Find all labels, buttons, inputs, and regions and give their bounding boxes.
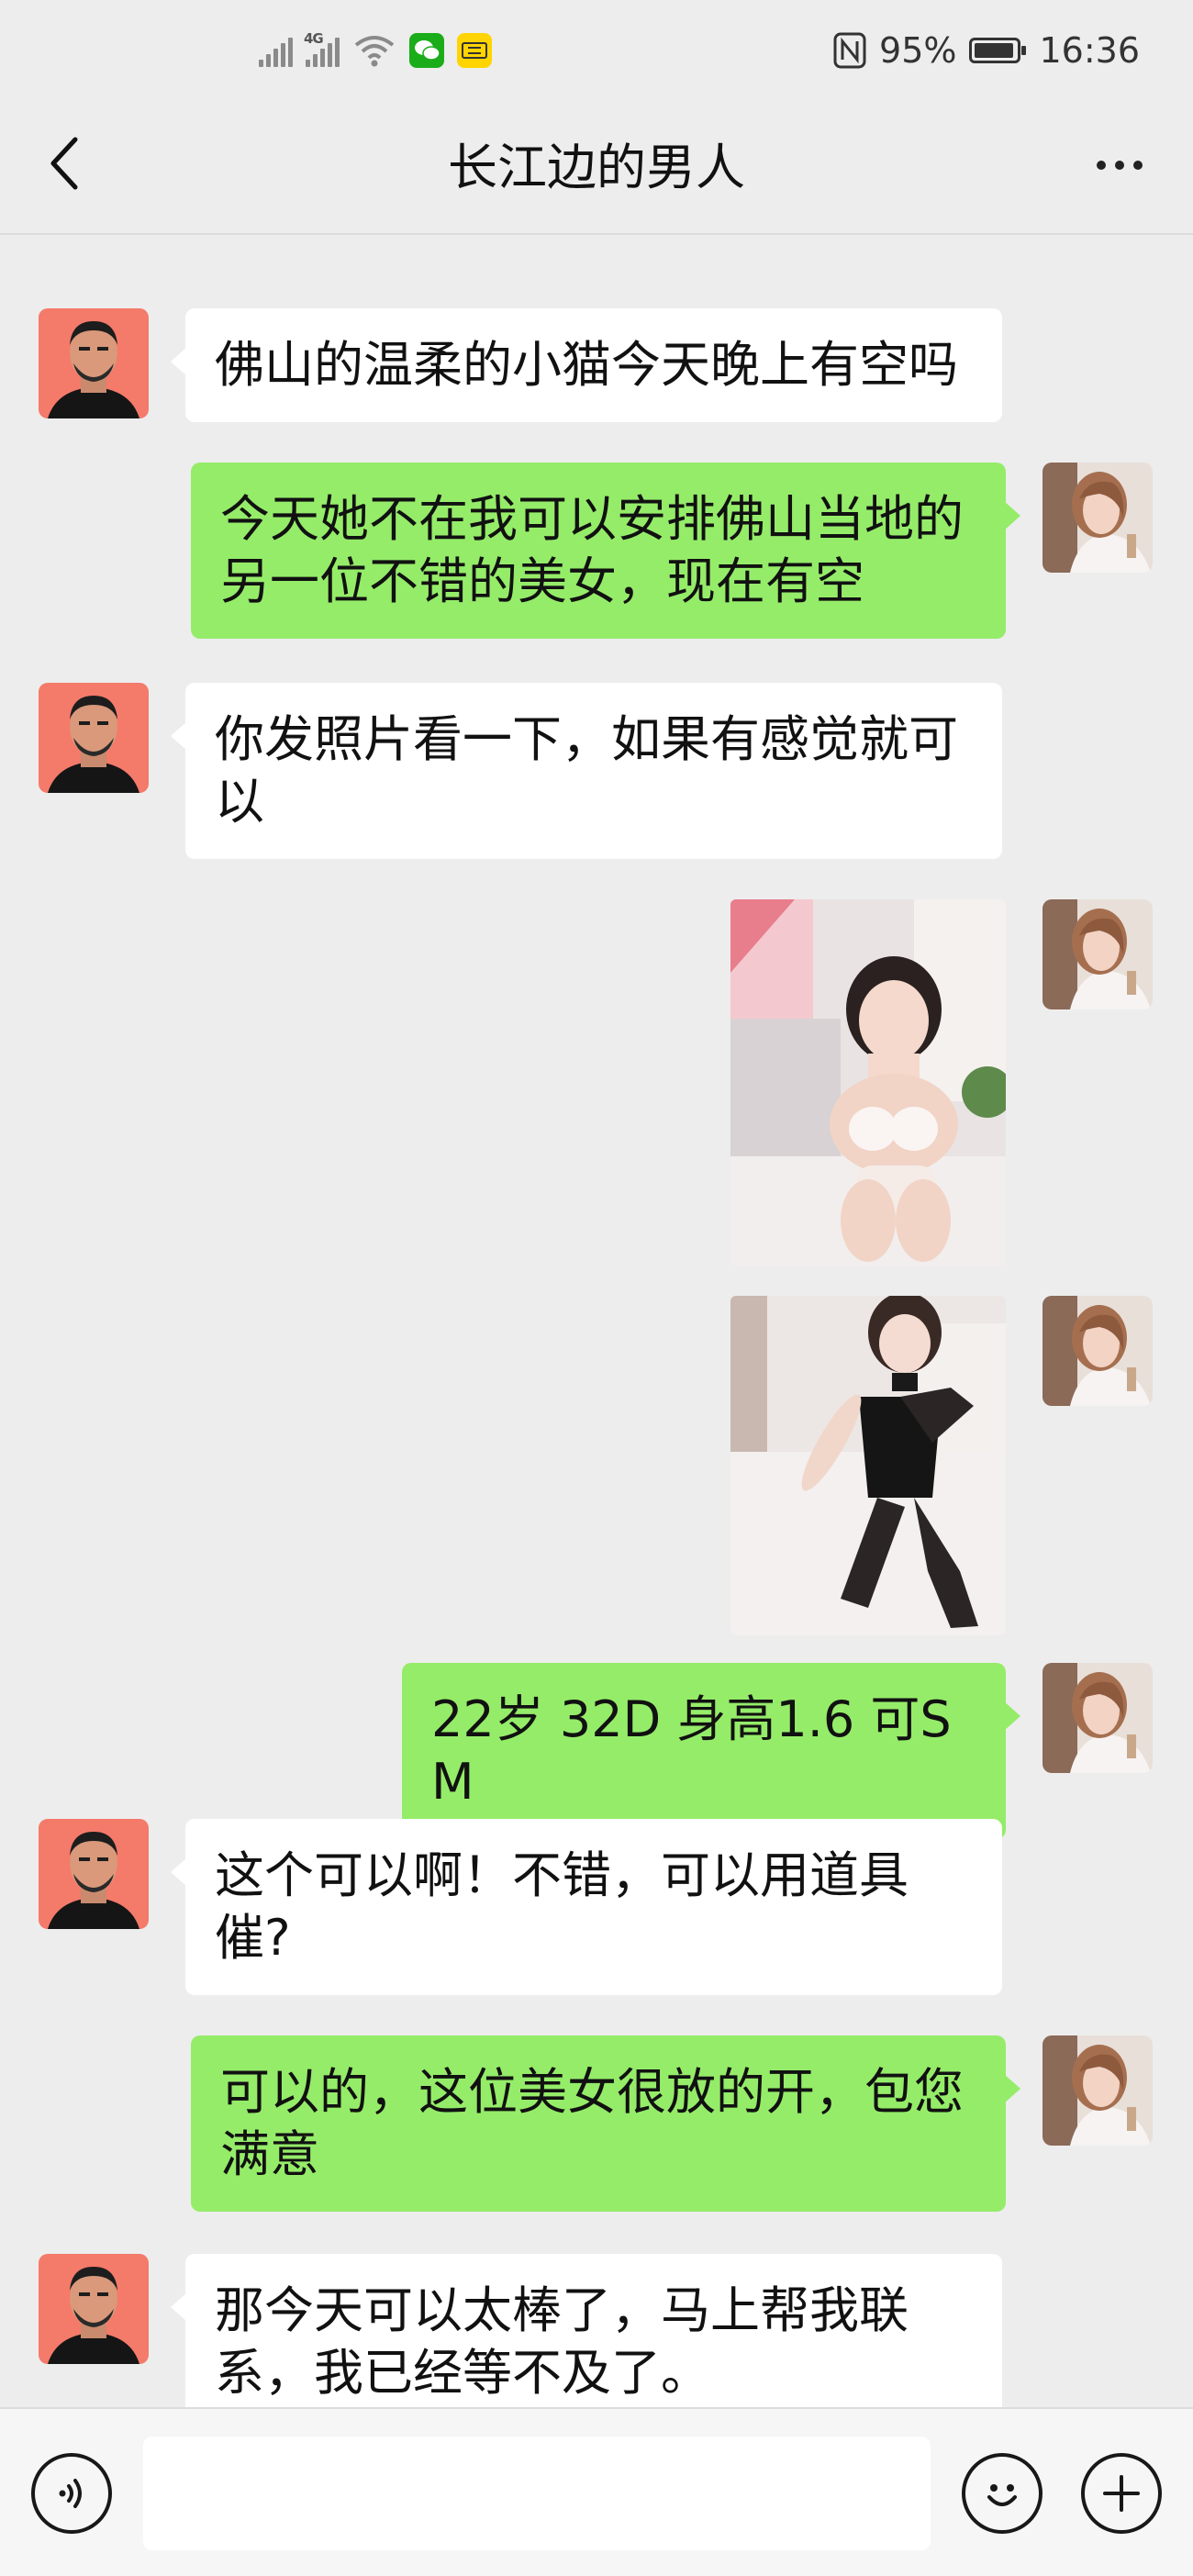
my-avatar[interactable] xyxy=(1042,899,1153,1009)
back-button[interactable] xyxy=(37,127,92,200)
status-time: 16:36 xyxy=(1039,30,1140,71)
image-message[interactable] xyxy=(730,899,1006,1266)
more-dot xyxy=(1115,161,1124,170)
contact-avatar[interactable] xyxy=(39,1819,149,1929)
nfc-icon xyxy=(833,32,866,69)
more-dots-icon xyxy=(1097,161,1106,170)
message-bubble-sent[interactable]: 今天她不在我可以安排佛山当地的另一位不错的美女，现在有空 xyxy=(191,463,1020,639)
more-dot xyxy=(1133,161,1143,170)
voice-icon xyxy=(59,2479,82,2508)
contact-avatar[interactable] xyxy=(39,683,149,793)
message-bubble-received[interactable]: 你发照片看一下，如果有感觉就可以 xyxy=(171,683,1002,859)
emoji-button[interactable] xyxy=(962,2453,1042,2534)
message-bubble-received[interactable]: 那今天可以太棒了，马上帮我联系，我已经等不及了。 xyxy=(171,2254,1002,2407)
image-message[interactable] xyxy=(730,1296,1006,1635)
my-avatar[interactable] xyxy=(1042,1663,1153,1773)
emoji-icon xyxy=(987,2484,1017,2506)
signal-4g-icon: 4G xyxy=(304,30,340,67)
my-avatar[interactable] xyxy=(1042,1296,1153,1406)
message-input[interactable] xyxy=(143,2437,931,2550)
chat-header: 长江边的男人 xyxy=(0,101,1193,235)
battery-percent: 95% xyxy=(879,30,957,71)
wechat-icon xyxy=(409,33,444,68)
voice-button[interactable] xyxy=(31,2453,112,2534)
chevron-left-icon xyxy=(50,137,78,190)
network-label: 4G xyxy=(304,30,324,47)
my-avatar[interactable] xyxy=(1042,463,1153,573)
chat-messages[interactable]: 佛山的温柔的小猫今天晚上有空吗 今天她不在我可以安排佛山当地的另一位不错的美女，… xyxy=(0,235,1193,2407)
more-button[interactable] xyxy=(1083,138,1156,193)
wifi-icon xyxy=(354,36,395,67)
message-bubble-sent[interactable]: 可以的，这位美女很放的开，包您满意 xyxy=(191,2035,1020,2212)
add-button[interactable] xyxy=(1081,2453,1162,2534)
status-bar-right: 95% 16:36 xyxy=(833,28,1140,73)
message-bubble-sent[interactable]: 22岁 32D 身高1.6 可SM xyxy=(402,1663,1020,1839)
input-bar xyxy=(0,2407,1193,2576)
contact-avatar[interactable] xyxy=(39,308,149,418)
battery-icon xyxy=(969,38,1027,63)
status-bar-left: 4G xyxy=(259,28,492,73)
plus-icon xyxy=(1103,2475,1140,2512)
battery-fill xyxy=(975,43,1014,58)
chat-title: 长江边的男人 xyxy=(448,139,745,196)
message-bubble-received[interactable]: 佛山的温柔的小猫今天晚上有空吗 xyxy=(171,308,1002,422)
signal-icon xyxy=(259,34,293,67)
contact-avatar[interactable] xyxy=(39,2254,149,2364)
my-avatar[interactable] xyxy=(1042,2035,1153,2146)
status-bar: 4G 95% 16:36 xyxy=(0,0,1193,101)
message-bubble-received[interactable]: 这个可以啊！不错，可以用道具催? xyxy=(171,1819,1002,1995)
app-notification-icon xyxy=(457,33,492,68)
